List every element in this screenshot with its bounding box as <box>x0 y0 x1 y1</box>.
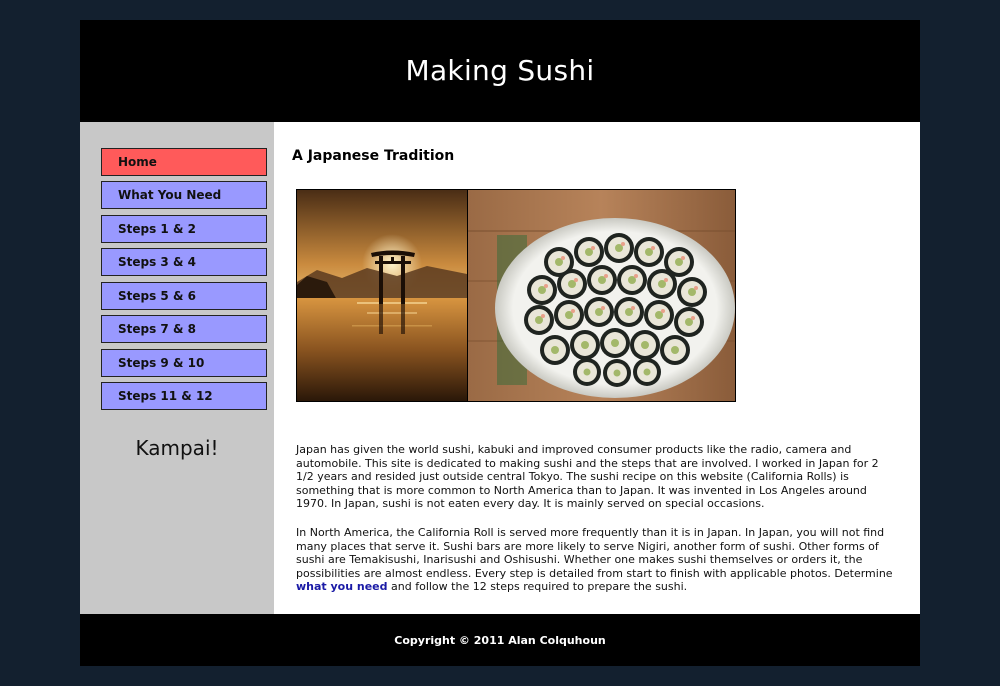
section-heading: A Japanese Tradition <box>292 148 455 164</box>
torii-photo <box>297 190 467 401</box>
paragraph2-text-end: and follow the 12 steps required to prep… <box>387 580 688 594</box>
kampai-tagline: Kampai! <box>135 436 219 460</box>
site-footer: Copyright © 2011 Alan Colquhoun <box>80 614 920 666</box>
header-photos <box>296 189 736 402</box>
nav-home[interactable]: Home <box>101 148 267 176</box>
nav-steps-1-2[interactable]: Steps 1 & 2 <box>101 215 267 243</box>
california-roll-paragraph: In North America, the California Roll is… <box>296 526 896 594</box>
nav-steps-3-4[interactable]: Steps 3 & 4 <box>101 248 267 276</box>
intro-paragraph: Japan has given the world sushi, kabuki … <box>296 443 879 511</box>
paragraph2-text-start: In North America, the California Roll is… <box>296 526 893 580</box>
main-content: A Japanese Tradition Japan has given the… <box>274 122 920 614</box>
nav-steps-11-12[interactable]: Steps 11 & 12 <box>101 382 267 410</box>
site-header: Making Sushi <box>80 20 920 122</box>
sidebar: Home What You Need Steps 1 & 2 Steps 3 &… <box>80 122 274 614</box>
nav-steps-9-10[interactable]: Steps 9 & 10 <box>101 349 267 377</box>
nav-steps-7-8[interactable]: Steps 7 & 8 <box>101 315 267 343</box>
copyright-text: Copyright © 2011 Alan Colquhoun <box>394 633 606 647</box>
sushi-photo <box>468 190 735 401</box>
site-title: Making Sushi <box>405 53 595 87</box>
what-you-need-link[interactable]: what you need <box>296 580 388 593</box>
nav-what-you-need[interactable]: What You Need <box>101 181 267 209</box>
nav-steps-5-6[interactable]: Steps 5 & 6 <box>101 282 267 310</box>
page-container: Making Sushi Home What You Need Steps 1 … <box>80 20 920 666</box>
